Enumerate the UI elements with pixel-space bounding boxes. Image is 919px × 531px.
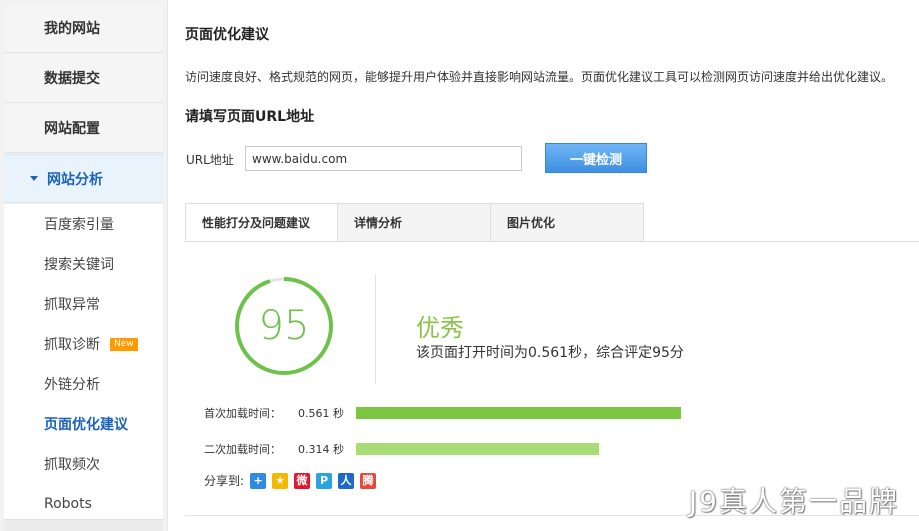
watermark: J9真人第一品牌 — [688, 485, 899, 518]
sidebar-item-crawl-errors[interactable]: 抓取异常 — [4, 284, 163, 324]
qzone-add-icon[interactable]: + — [250, 472, 267, 489]
second-load-value: 0.314 秒 — [298, 443, 344, 456]
first-load-value: 0.561 秒 — [298, 407, 344, 420]
sidebar-item-page-optimization[interactable]: 页面优化建议 — [4, 404, 163, 444]
caret-down-icon — [30, 176, 38, 181]
nav-site-analysis[interactable]: 网站分析 — [4, 154, 163, 203]
page-description: 访问速度良好、格式规范的网页，能够提升用户体验并直接影响网站流量。页面优化建议工… — [185, 70, 894, 84]
second-load-bar-track — [356, 443, 681, 455]
sidebar-item-label: Robots — [44, 496, 92, 512]
share-bar: 分享到: + ★ 微 P 人腾 — [204, 472, 382, 489]
rating-label: 优秀 — [416, 314, 464, 342]
sidebar-item-crawl-diagnosis[interactable]: 抓取诊断 New — [4, 324, 163, 364]
sidebar: 我的网站 数据提交 网站配置 网站分析 百度索引量 搜索关键词 抓取异常 抓取诊… — [0, 0, 168, 531]
sidebar-item-crawl-frequency[interactable]: 抓取频次 — [4, 444, 163, 484]
sidebar-item-index-volume[interactable]: 百度索引量 — [4, 204, 163, 244]
renren-icon[interactable]: 人 — [338, 472, 355, 489]
main-content: 页面优化建议 访问速度良好、格式规范的网页，能够提升用户体验并直接影响网站流量。… — [168, 0, 919, 531]
weibo-icon[interactable]: 微 — [294, 472, 311, 489]
first-load-bar-track — [356, 407, 681, 419]
tab-label: 详情分析 — [354, 216, 403, 230]
sidebar-item-label: 页面优化建议 — [44, 417, 128, 433]
nav-data-submit[interactable]: 数据提交 — [4, 54, 163, 103]
score-divider — [375, 274, 376, 384]
share-label: 分享到: — [204, 474, 245, 488]
nav-site-config-label: 网站配置 — [44, 121, 100, 137]
second-load-bar — [356, 443, 600, 455]
check-button[interactable]: 一键检测 — [545, 143, 647, 173]
nav-site-analysis-label: 网站分析 — [47, 171, 103, 188]
new-badge: New — [110, 337, 138, 351]
sidebar-item-label: 抓取频次 — [44, 457, 100, 473]
sidebar-item-label: 抓取诊断 — [44, 337, 100, 353]
tab-label: 性能打分及问题建议 — [202, 216, 311, 230]
rating-description: 该页面打开时间为0.561秒，综合评定95分 — [416, 345, 684, 361]
sidebar-item-label: 外链分析 — [44, 377, 100, 393]
sidebar-item-label: 搜索关键词 — [44, 257, 114, 273]
tabs-divider — [185, 241, 919, 242]
tab-label: 图片优化 — [507, 216, 556, 230]
nav-my-sites[interactable]: 我的网站 — [4, 4, 163, 53]
sidebar-item-backlinks[interactable]: 外链分析 — [4, 364, 163, 404]
tab-bar: 性能打分及问题建议 详情分析 图片优化 — [185, 203, 644, 242]
page-title: 页面优化建议 — [185, 27, 269, 43]
second-load-label: 二次加载时间： — [204, 443, 281, 456]
score-ring: 95 — [234, 276, 334, 376]
first-load-row: 首次加载时间： 0.561 秒 — [204, 406, 681, 420]
url-label: URL地址 — [186, 153, 234, 167]
score-value: 95 — [258, 303, 310, 349]
pengyou-icon[interactable]: P — [316, 472, 333, 489]
sidebar-item-search-keywords[interactable]: 搜索关键词 — [4, 244, 163, 284]
sidebar-item-label: 抓取异常 — [44, 297, 100, 313]
tab-detail-analysis[interactable]: 详情分析 — [338, 203, 491, 242]
tencent-weibo-icon[interactable]: 腾 — [360, 472, 377, 489]
qzone-star-icon[interactable]: ★ — [272, 472, 289, 489]
first-load-bar — [356, 407, 681, 419]
second-load-row: 二次加载时间： 0.314 秒 — [204, 442, 681, 456]
nav-my-sites-label: 我的网站 — [44, 21, 100, 37]
sidebar-item-label: 百度索引量 — [44, 217, 114, 233]
sidebar-item-robots[interactable]: Robots — [4, 484, 163, 524]
sidebar-bottom-divider — [4, 519, 163, 531]
tab-performance-score[interactable]: 性能打分及问题建议 — [185, 203, 338, 242]
url-section-title: 请填写页面URL地址 — [185, 109, 315, 125]
nav-data-submit-label: 数据提交 — [44, 71, 100, 87]
share-icons: + ★ 微 P 人腾 — [250, 472, 382, 489]
subnav: 百度索引量 搜索关键词 抓取异常 抓取诊断 New 外链分析 页面优化建议 抓取… — [4, 204, 163, 524]
nav-site-config[interactable]: 网站配置 — [4, 104, 163, 153]
url-input[interactable] — [245, 146, 522, 171]
first-load-label: 首次加载时间： — [204, 407, 281, 420]
tab-image-optimization[interactable]: 图片优化 — [491, 203, 644, 242]
